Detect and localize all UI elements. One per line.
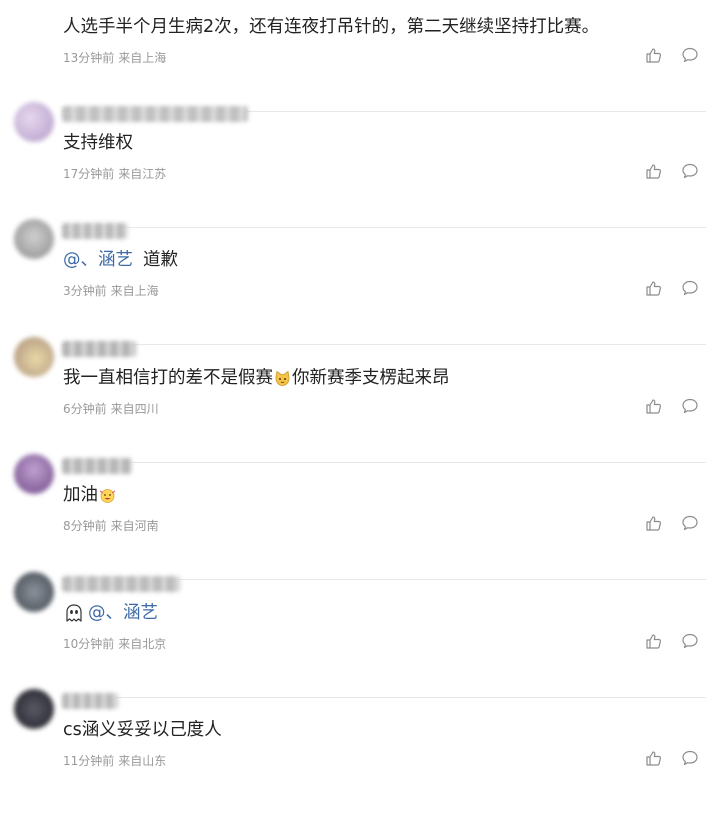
reply-button[interactable] <box>681 514 699 532</box>
comment-location: 来自北京 <box>118 637 167 651</box>
comment-item: 人选手半个月生病2次，还有连夜打吊针的，第二天继续坚持打比赛。 13分钟前 来自上… <box>0 0 720 112</box>
reply-button[interactable] <box>681 397 699 415</box>
comment-meta: 10分钟前 来自北京 <box>63 635 166 652</box>
comment-text: 人选手半个月生病2次，还有连夜打吊针的，第二天继续坚持打比赛。 <box>63 17 600 37</box>
username[interactable] <box>62 341 136 357</box>
comment-meta: 6分钟前 来自四川 <box>63 400 159 417</box>
comment-item: 支持维权 17分钟前 来自江苏 <box>0 102 720 228</box>
comment-meta: 8分钟前 来自河南 <box>63 517 159 534</box>
like-button[interactable] <box>645 514 663 532</box>
mention-link[interactable]: @、涵艺 <box>88 601 158 625</box>
comment-location: 来自河南 <box>110 519 159 533</box>
username[interactable] <box>62 693 118 709</box>
avatar[interactable] <box>14 337 54 377</box>
username[interactable] <box>62 576 180 592</box>
like-button[interactable] <box>645 632 663 650</box>
comment-text: @、涵艺 <box>63 601 168 625</box>
thumbs-up-icon <box>645 279 663 297</box>
comment-meta: 17分钟前 来自江苏 <box>63 165 166 182</box>
comment-text: cs涵义妥妥以己度人 <box>63 720 222 740</box>
like-button[interactable] <box>645 397 663 415</box>
comment-time: 13分钟前 <box>63 51 115 65</box>
thumbs-up-icon <box>645 632 663 650</box>
comment-bubble-icon <box>681 514 699 532</box>
comment-time: 6分钟前 <box>63 402 107 416</box>
avatar[interactable] <box>14 454 54 494</box>
cat-face-emoji <box>274 370 291 387</box>
reply-button[interactable] <box>681 46 699 64</box>
avatar[interactable] <box>14 689 54 729</box>
comment-bubble-icon <box>681 162 699 180</box>
comment-text: 我一直相信打的差不是假赛 你新赛季支楞起来昂 <box>63 368 450 388</box>
ghost-emoji <box>64 603 84 623</box>
thumbs-up-icon <box>645 46 663 64</box>
comment-text: @、涵艺 道歉 <box>63 248 178 272</box>
comment-time: 10分钟前 <box>63 637 115 651</box>
cheering-face-emoji <box>99 487 116 504</box>
reply-button[interactable] <box>681 749 699 767</box>
comment-item: @、涵艺 道歉 3分钟前 来自上海 <box>0 219 720 345</box>
avatar[interactable] <box>14 572 54 612</box>
like-button[interactable] <box>645 279 663 297</box>
comment-time: 11分钟前 <box>63 754 115 768</box>
reply-button[interactable] <box>681 162 699 180</box>
comment-bubble-icon <box>681 632 699 650</box>
comment-meta: 3分钟前 来自上海 <box>63 282 159 299</box>
avatar[interactable] <box>14 219 54 259</box>
like-button[interactable] <box>645 162 663 180</box>
username[interactable] <box>62 106 248 122</box>
comment-location: 来自上海 <box>110 284 159 298</box>
like-button[interactable] <box>645 749 663 767</box>
mention-link[interactable]: @、涵艺 <box>63 248 133 272</box>
comment-time: 3分钟前 <box>63 284 107 298</box>
comment-location: 来自上海 <box>118 51 167 65</box>
like-button[interactable] <box>645 46 663 64</box>
comment-text: 加油 <box>63 483 117 507</box>
comment-list: 人选手半个月生病2次，还有连夜打吊针的，第二天继续坚持打比赛。 13分钟前 来自上… <box>0 0 720 768</box>
username[interactable] <box>62 223 128 239</box>
comment-bubble-icon <box>681 46 699 64</box>
comment-location: 来自山东 <box>118 754 167 768</box>
reply-button[interactable] <box>681 632 699 650</box>
comment-location: 来自江苏 <box>118 167 167 181</box>
comment-time: 8分钟前 <box>63 519 107 533</box>
comment-item: 我一直相信打的差不是假赛 你新赛季支楞起来昂 6分钟前 来自四川 <box>0 337 720 463</box>
comment-meta: 13分钟前 来自上海 <box>63 49 166 66</box>
thumbs-up-icon <box>645 749 663 767</box>
comment-location: 来自四川 <box>110 402 159 416</box>
comment-bubble-icon <box>681 397 699 415</box>
comment-bubble-icon <box>681 749 699 767</box>
avatar[interactable] <box>14 102 54 142</box>
username[interactable] <box>62 458 132 474</box>
comment-time: 17分钟前 <box>63 167 115 181</box>
reply-button[interactable] <box>681 279 699 297</box>
comment-text: 支持维权 <box>63 133 133 153</box>
comment-item: cs涵义妥妥以己度人 11分钟前 来自山东 <box>0 689 720 815</box>
comment-item: @、涵艺 10分钟前 来自北京 <box>0 572 720 698</box>
comment-bubble-icon <box>681 279 699 297</box>
thumbs-up-icon <box>645 162 663 180</box>
thumbs-up-icon <box>645 514 663 532</box>
comment-item: 加油 8分钟前 来自河南 <box>0 454 720 580</box>
thumbs-up-icon <box>645 397 663 415</box>
